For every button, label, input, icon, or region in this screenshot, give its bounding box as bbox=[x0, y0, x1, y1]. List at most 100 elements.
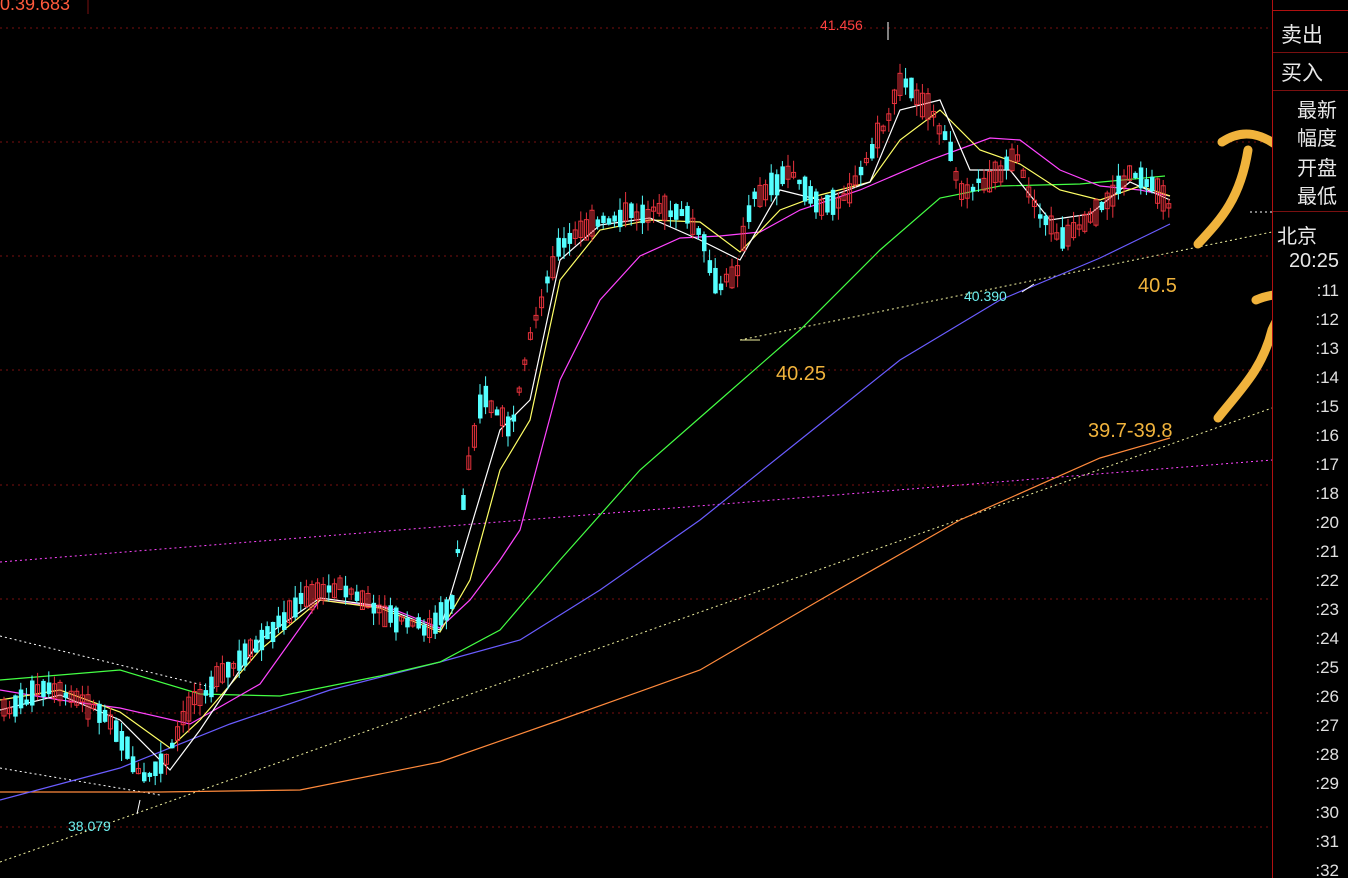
candle-down bbox=[24, 699, 29, 705]
candle-down bbox=[444, 599, 449, 621]
candle-down bbox=[153, 761, 158, 777]
moving-average-lines bbox=[0, 99, 1171, 801]
candle-down bbox=[746, 205, 752, 223]
trend-lines bbox=[0, 211, 1272, 863]
candle-down bbox=[556, 237, 561, 257]
arrow-upper-shaft bbox=[1193, 145, 1253, 249]
time-tick: :30 bbox=[1315, 803, 1339, 822]
candle-down bbox=[506, 416, 511, 437]
candle-down bbox=[511, 414, 517, 422]
high-price-label: 41.456 bbox=[820, 17, 863, 33]
candle-down bbox=[371, 602, 377, 614]
candle-down bbox=[1144, 179, 1149, 188]
ma60-line bbox=[0, 175, 1166, 697]
ma5-line bbox=[0, 99, 1171, 771]
candle-down bbox=[713, 267, 718, 294]
candle-down bbox=[438, 602, 444, 626]
candle-down bbox=[618, 209, 623, 228]
time-tick: :26 bbox=[1315, 687, 1339, 706]
candle-down bbox=[1043, 215, 1049, 226]
candle-down bbox=[142, 772, 147, 782]
candle-down bbox=[125, 736, 130, 759]
time-tick: :16 bbox=[1315, 426, 1339, 445]
candle-down bbox=[270, 621, 276, 643]
candle-down bbox=[13, 695, 18, 717]
annotation-40-5: 40.5 bbox=[1138, 275, 1177, 297]
time-tick: :27 bbox=[1315, 716, 1339, 735]
candles bbox=[1, 63, 1172, 786]
candle-down bbox=[808, 186, 813, 204]
candle-down bbox=[259, 629, 265, 651]
candle-down bbox=[158, 753, 164, 774]
candle-down bbox=[1138, 167, 1144, 189]
sell-button[interactable]: 卖出 bbox=[1273, 17, 1348, 53]
time-tick: :23 bbox=[1315, 600, 1339, 619]
candle-down bbox=[63, 692, 69, 698]
candle-down bbox=[685, 205, 690, 224]
candle-down bbox=[858, 166, 864, 176]
time-tick: :31 bbox=[1315, 832, 1339, 851]
time-tick: :11 bbox=[1316, 281, 1339, 300]
candle-down bbox=[265, 626, 270, 640]
candle-down bbox=[970, 186, 976, 192]
candle-down bbox=[450, 595, 455, 610]
ma120-line bbox=[0, 223, 1171, 801]
candle-down bbox=[119, 731, 125, 751]
candle-down bbox=[1099, 201, 1105, 211]
candle-down bbox=[640, 204, 645, 224]
candle-down bbox=[276, 615, 281, 628]
time-tick: :32 bbox=[1315, 861, 1339, 878]
candle-down bbox=[696, 228, 701, 235]
time-tick: :15 bbox=[1315, 397, 1339, 416]
candle-down bbox=[674, 204, 679, 220]
candle-down bbox=[612, 215, 617, 222]
candle-down bbox=[170, 742, 175, 749]
low-price-label-right: 40.390 bbox=[964, 288, 1007, 304]
candle-down bbox=[718, 283, 724, 291]
candle-down bbox=[702, 234, 707, 252]
candle-down bbox=[147, 772, 153, 777]
candle-down bbox=[494, 409, 500, 416]
info-low: 最低 bbox=[1297, 184, 1337, 208]
candle-down bbox=[97, 703, 102, 723]
low-marker-arrow-right bbox=[1021, 283, 1035, 293]
candle-down bbox=[114, 720, 119, 742]
candle-down bbox=[483, 385, 489, 408]
buy-button[interactable]: 买入 bbox=[1273, 55, 1348, 91]
candle-down bbox=[567, 232, 573, 244]
candle-down bbox=[293, 597, 298, 618]
candle-down bbox=[455, 549, 461, 554]
time-label: 20:25 bbox=[1288, 250, 1339, 272]
candle-down bbox=[668, 210, 673, 218]
annotation-40-25: 40.25 bbox=[776, 363, 826, 385]
candle-down bbox=[422, 624, 427, 636]
time-tick: :28 bbox=[1315, 745, 1339, 764]
candle-down bbox=[948, 141, 953, 162]
candle-down bbox=[242, 643, 248, 666]
candle-down bbox=[226, 661, 231, 678]
candlestick-chart[interactable]: 41.456 38.079 40.390 40.25 40.5 39.7-39.… bbox=[0, 0, 1272, 878]
candle-down bbox=[102, 709, 108, 722]
candle-down bbox=[562, 238, 567, 248]
time-tick: :14 bbox=[1315, 368, 1339, 387]
top-price-label: 0.39.683 bbox=[0, 0, 71, 14]
candle-down bbox=[1004, 156, 1009, 170]
candle-down bbox=[976, 178, 981, 183]
info-range: 幅度 bbox=[1297, 126, 1337, 150]
trendline-upper bbox=[739, 231, 1272, 341]
candle-down bbox=[903, 78, 909, 88]
candle-down bbox=[130, 756, 136, 773]
candle-down bbox=[405, 617, 410, 628]
arrow-lower-shaft bbox=[1213, 319, 1272, 423]
time-tick: :18 bbox=[1315, 484, 1339, 503]
info-open: 开盘 bbox=[1297, 156, 1337, 180]
candle-down bbox=[780, 166, 785, 185]
candle-down bbox=[416, 617, 421, 629]
candle-down bbox=[1150, 176, 1155, 192]
candle-down bbox=[797, 179, 802, 185]
candle-down bbox=[707, 260, 713, 274]
candle-down bbox=[679, 209, 685, 217]
candle-down bbox=[46, 682, 52, 695]
candle-down bbox=[326, 585, 332, 593]
time-tick: :29 bbox=[1315, 774, 1339, 793]
